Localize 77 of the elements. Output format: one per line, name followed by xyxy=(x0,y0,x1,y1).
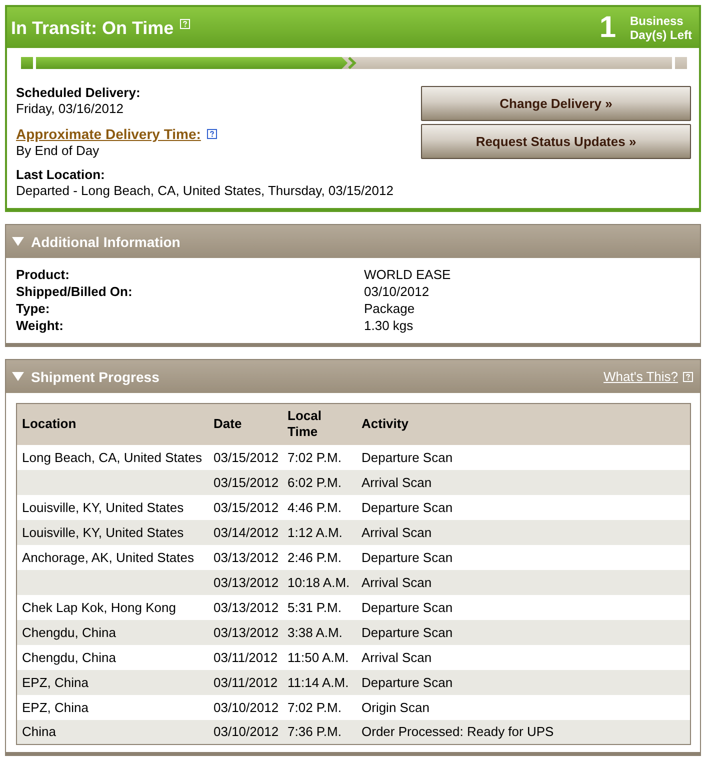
caret-down-icon[interactable] xyxy=(12,372,24,381)
date-cell: 03/15/2012 xyxy=(208,494,282,520)
date-cell: 03/14/2012 xyxy=(208,520,282,544)
column-header: Location xyxy=(16,404,208,444)
time-cell: 2:46 P.M. xyxy=(282,544,356,570)
field-value: By End of Day xyxy=(16,143,100,159)
field-value: Friday, 03/16/2012 xyxy=(16,101,124,117)
date-cell: 03/11/2012 xyxy=(208,670,282,694)
activity-cell: Departure Scan xyxy=(356,494,690,520)
location-cell: Chengdu, China xyxy=(16,620,208,644)
column-header: Date xyxy=(208,404,282,444)
location-cell: EPZ, China xyxy=(16,694,208,720)
date-cell: 03/13/2012 xyxy=(208,544,282,570)
date-cell: 03/13/2012 xyxy=(208,594,282,620)
location-cell: EPZ, China xyxy=(16,670,208,694)
time-cell: 7:02 P.M. xyxy=(282,694,356,720)
info-value: 03/10/2012 xyxy=(364,283,430,300)
activity-cell: Order Processed: Ready for UPS xyxy=(356,720,690,744)
caret-down-icon[interactable] xyxy=(12,237,24,246)
location-cell: Long Beach, CA, United States xyxy=(16,444,208,470)
field-label: Scheduled Delivery: xyxy=(16,85,140,101)
location-cell: Anchorage, AK, United States xyxy=(16,544,208,570)
time-cell: 5:31 P.M. xyxy=(282,594,356,620)
time-cell: 10:18 A.M. xyxy=(282,570,356,594)
location-cell: Louisville, KY, United States xyxy=(16,494,208,520)
date-cell: 03/10/2012 xyxy=(208,720,282,744)
location-cell: Chengdu, China xyxy=(16,644,208,670)
time-cell: 7:02 P.M. xyxy=(282,444,356,470)
time-cell: 6:02 P.M. xyxy=(282,470,356,494)
column-header: Activity xyxy=(356,404,690,444)
time-cell: 11:14 A.M. xyxy=(282,670,356,694)
time-cell: 11:50 A.M. xyxy=(282,644,356,670)
activity-cell: Arrival Scan xyxy=(356,520,690,544)
info-value: Package xyxy=(364,300,416,317)
info-label: Shipped/Billed On: xyxy=(16,283,134,300)
days-label: Business Day(s) Left xyxy=(630,14,694,42)
time-cell: 7:36 P.M. xyxy=(282,720,356,744)
activity-cell: Departure Scan xyxy=(356,444,690,470)
progress-end-segment xyxy=(675,57,687,69)
section-title: Additional Information xyxy=(31,234,182,250)
action-button[interactable]: Change Delivery » xyxy=(421,86,691,121)
info-value: WORLD EASE xyxy=(364,266,452,283)
date-cell: 03/10/2012 xyxy=(208,694,282,720)
info-label: Type: xyxy=(16,300,51,317)
activity-cell: Origin Scan xyxy=(356,694,690,720)
location-cell: Chek Lap Kok, Hong Kong xyxy=(16,594,208,620)
field-value: Departed - Long Beach, CA, United States, Thursday, 03/15/2012 xyxy=(16,183,394,199)
location-cell: Louisville, KY, United States xyxy=(16,520,208,544)
days-count: 1 xyxy=(599,12,616,44)
location-cell: China xyxy=(16,720,208,744)
chevron-icon xyxy=(346,57,358,69)
activity-cell: Arrival Scan xyxy=(356,470,690,494)
activity-cell: Departure Scan xyxy=(356,594,690,620)
activity-cell: Arrival Scan xyxy=(356,570,690,594)
date-cell: 03/13/2012 xyxy=(208,570,282,594)
activity-cell: Arrival Scan xyxy=(356,644,690,670)
field-link[interactable]: Approximate Delivery Time: xyxy=(16,125,201,143)
date-cell: 03/11/2012 xyxy=(208,644,282,670)
info-value: 1.30 kgs xyxy=(364,317,414,334)
activity-cell: Departure Scan xyxy=(356,544,690,570)
info-label: Weight: xyxy=(16,317,64,334)
section-title: Shipment Progress xyxy=(31,368,160,384)
progress-start-segment xyxy=(21,57,33,69)
time-cell: 1:12 A.M. xyxy=(282,520,356,544)
activity-cell: Departure Scan xyxy=(356,670,690,694)
column-header: Local Time xyxy=(282,404,356,444)
field-label: Last Location: xyxy=(16,167,105,183)
date-cell: 03/15/2012 xyxy=(208,444,282,470)
date-cell: 03/13/2012 xyxy=(208,620,282,644)
info-label: Product: xyxy=(16,266,70,283)
time-cell: 3:38 A.M. xyxy=(282,620,356,644)
time-cell: 4:46 P.M. xyxy=(282,494,356,520)
action-button[interactable]: Request Status Updates » xyxy=(421,124,691,159)
status-title: In Transit: On Time xyxy=(11,16,174,38)
help-icon[interactable] xyxy=(206,129,217,139)
activity-cell: Departure Scan xyxy=(356,620,690,644)
date-cell: 03/15/2012 xyxy=(208,470,282,494)
